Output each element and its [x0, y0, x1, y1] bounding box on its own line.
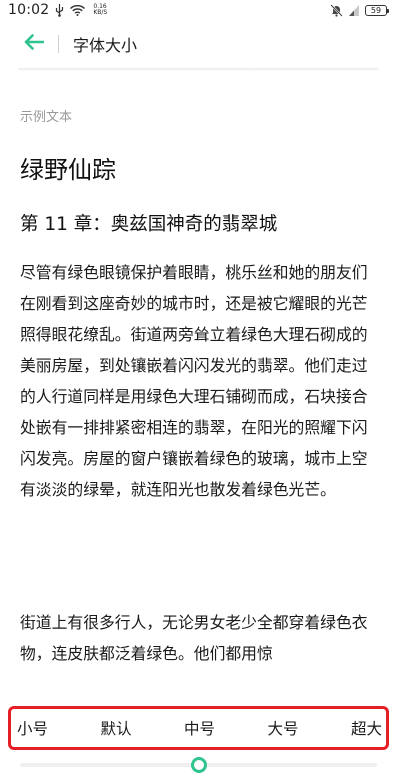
status-bar: 10:02 0.16 KB/S 59	[0, 0, 397, 20]
status-left: 10:02 0.16 KB/S	[8, 2, 107, 18]
font-size-option-default[interactable]: 默认	[98, 713, 133, 743]
content-fade	[0, 676, 397, 706]
wifi-icon	[70, 4, 86, 16]
signal-icon	[349, 4, 359, 16]
net-speed: 0.16 KB/S	[93, 4, 107, 16]
mute-bell-icon	[330, 3, 343, 17]
title-divider	[58, 35, 59, 53]
back-button[interactable]	[14, 24, 54, 64]
sample-paragraph: 街道上有很多行人，无论男女老少全都穿着绿色衣物，连皮肤都泛着绿色。他们都用惊	[20, 613, 368, 663]
font-size-option-extra-large[interactable]: 超大	[349, 713, 384, 743]
font-size-option-small[interactable]: 小号	[15, 713, 50, 743]
usb-icon	[55, 3, 64, 17]
back-arrow-icon	[24, 34, 45, 54]
chapter-title: 第 11 章：奥兹国神奇的翡翠城	[20, 214, 278, 235]
sample-text-label: 示例文本	[20, 110, 73, 125]
font-size-option-medium[interactable]: 中号	[182, 713, 217, 743]
net-speed-unit: KB/S	[93, 9, 108, 16]
sample-paragraph: 尽管有绿色眼镜保护着眼睛，桃乐丝和她的朋友们在刚看到这座奇妙的城市时，还是被它耀…	[20, 263, 368, 499]
book-title: 绿野仙踪	[20, 156, 116, 184]
status-right: 59	[330, 3, 389, 17]
font-size-options: 小号 默认 中号 大号 超大	[8, 706, 389, 750]
battery-indicator: 59	[365, 4, 389, 16]
header-divider	[18, 68, 379, 71]
font-size-option-large[interactable]: 大号	[265, 713, 300, 743]
page-title: 字体大小	[73, 36, 138, 55]
app-bar: 字体大小	[0, 22, 397, 66]
status-time: 10:02	[8, 2, 50, 18]
font-size-slider[interactable]	[20, 756, 377, 774]
slider-thumb[interactable]	[190, 757, 207, 773]
